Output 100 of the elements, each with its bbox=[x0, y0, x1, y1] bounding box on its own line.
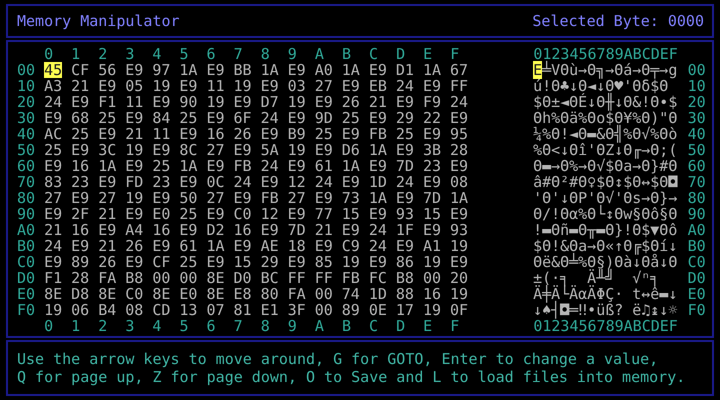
hex-byte: 73 bbox=[342, 190, 360, 206]
hex-byte: E9 bbox=[179, 222, 198, 238]
hex-byte: 16 bbox=[206, 126, 224, 142]
hex-byte: E9 bbox=[125, 206, 144, 222]
hex-byte: D8 bbox=[71, 286, 90, 302]
selected-byte-label: Selected Byte: 0000 bbox=[532, 12, 704, 30]
hex-byte: 00 bbox=[152, 270, 170, 286]
row-address: 70 bbox=[17, 174, 36, 190]
column-header: E bbox=[423, 318, 434, 334]
hex-byte: E9 bbox=[422, 78, 441, 94]
column-header: 5 bbox=[179, 46, 190, 62]
hex-byte: 21 bbox=[125, 126, 144, 142]
hex-byte: 11 bbox=[125, 94, 144, 110]
hex-byte: E9 bbox=[342, 222, 360, 238]
hex-byte: 7D bbox=[422, 190, 441, 206]
row-address: 10 bbox=[17, 78, 36, 94]
row-address: 90 bbox=[17, 206, 36, 222]
help-text: Q for page up, Z for page down, O to Save and L to load files into memory. bbox=[17, 368, 686, 386]
hex-byte: E9 bbox=[206, 206, 224, 222]
hex-byte: 6F bbox=[234, 110, 252, 126]
ascii-column-header: 0123456789ABCDEF bbox=[533, 46, 678, 62]
hex-byte: 21 bbox=[368, 94, 387, 110]
hex-byte: E9 bbox=[125, 158, 144, 174]
hex-byte: 11 bbox=[152, 126, 170, 142]
hex-byte: 24 bbox=[44, 238, 62, 254]
column-header: C bbox=[369, 46, 380, 62]
hex-byte: 1A bbox=[450, 190, 468, 206]
row-address: 60 bbox=[17, 158, 36, 174]
hex-byte: 00 bbox=[314, 302, 333, 318]
row-address: C0 bbox=[688, 254, 706, 270]
hex-byte: 19 bbox=[152, 78, 170, 94]
hex-byte: 27 bbox=[314, 78, 333, 94]
hex-byte: E9 bbox=[71, 190, 90, 206]
row-address: B0 bbox=[17, 238, 36, 254]
hex-byte: 19 bbox=[125, 142, 144, 158]
hex-byte: 0E bbox=[368, 302, 387, 318]
hex-byte: 24 bbox=[396, 174, 414, 190]
column-header: 9 bbox=[288, 318, 298, 334]
hex-byte: FF bbox=[314, 270, 333, 286]
hex-byte: 0F bbox=[450, 302, 468, 318]
hex-byte: E9 bbox=[422, 174, 441, 190]
hex-byte: FF bbox=[288, 270, 306, 286]
hex-byte: 89 bbox=[71, 254, 90, 270]
hex-byte: BC bbox=[260, 270, 279, 286]
hex-byte: 19 bbox=[206, 94, 224, 110]
hex-byte: 24 bbox=[234, 174, 252, 190]
hex-byte: 88 bbox=[396, 286, 414, 302]
column-header: 8 bbox=[260, 318, 271, 334]
hex-byte: E9 bbox=[152, 238, 170, 254]
hex-byte: A4 bbox=[125, 222, 144, 238]
help-text: Use the arrow keys to move around, G for GOTO, Enter to change a value, bbox=[17, 350, 660, 368]
hex-byte: E9 bbox=[71, 142, 90, 158]
ascii-row: Θ▬→Θ%→Θ√$Θa→Θ}#Θ bbox=[533, 158, 678, 174]
column-header: C bbox=[369, 318, 380, 334]
hex-byte: 8E bbox=[206, 286, 224, 302]
hex-byte: 24 bbox=[260, 158, 279, 174]
app-title: Memory Manipulator bbox=[17, 12, 180, 30]
row-address: 40 bbox=[17, 126, 36, 142]
hex-byte: E9 bbox=[206, 110, 224, 126]
hex-byte: 15 bbox=[422, 206, 441, 222]
hex-byte: E9 bbox=[288, 110, 306, 126]
hex-byte: 25 bbox=[44, 142, 62, 158]
hex-byte: 86 bbox=[396, 254, 414, 270]
hex-byte: E9 bbox=[450, 110, 468, 126]
hex-byte: 1A bbox=[206, 238, 224, 254]
hex-byte: E9 bbox=[450, 206, 468, 222]
hex-byte: E9 bbox=[368, 254, 387, 270]
hex-byte: E9 bbox=[206, 62, 224, 78]
column-header: 5 bbox=[179, 318, 190, 334]
hex-byte: 1A bbox=[368, 190, 387, 206]
column-header: 6 bbox=[206, 46, 217, 62]
column-header: 0 bbox=[44, 46, 54, 62]
column-header: 0 bbox=[44, 318, 54, 334]
hex-byte: E9 bbox=[288, 254, 306, 270]
hex-byte: 21 bbox=[44, 222, 62, 238]
hex-byte: 13 bbox=[179, 302, 198, 318]
column-header: 7 bbox=[234, 318, 244, 334]
hex-byte: E0 bbox=[152, 206, 170, 222]
hex-byte: AE bbox=[260, 238, 279, 254]
hex-byte: 26 bbox=[234, 126, 252, 142]
hex-byte: FF bbox=[450, 78, 468, 94]
hex-byte: 25 bbox=[314, 126, 333, 142]
hex-byte: E9 bbox=[71, 94, 90, 110]
row-address: 40 bbox=[688, 126, 706, 142]
hex-byte: D7 bbox=[260, 94, 279, 110]
hex-byte: 1A bbox=[368, 142, 387, 158]
hex-byte: E9 bbox=[288, 206, 306, 222]
ascii-row: $Θ!&Θa→Θ«↑Θ╔$Θí↓ bbox=[533, 238, 678, 254]
hex-byte: E9 bbox=[179, 174, 198, 190]
hex-byte: 19 bbox=[44, 302, 62, 318]
hex-byte: 7D bbox=[288, 222, 306, 238]
hex-byte: F9 bbox=[422, 94, 441, 110]
hex-byte: 3B bbox=[422, 142, 441, 158]
row-address: 10 bbox=[688, 78, 706, 94]
hex-byte: F1 bbox=[44, 270, 62, 286]
hex-byte: 08 bbox=[125, 302, 144, 318]
hex-byte: 56 bbox=[98, 62, 116, 78]
hex-byte: 26 bbox=[98, 254, 116, 270]
hex-byte: 1D bbox=[368, 174, 387, 190]
hex-byte: 20 bbox=[450, 270, 468, 286]
